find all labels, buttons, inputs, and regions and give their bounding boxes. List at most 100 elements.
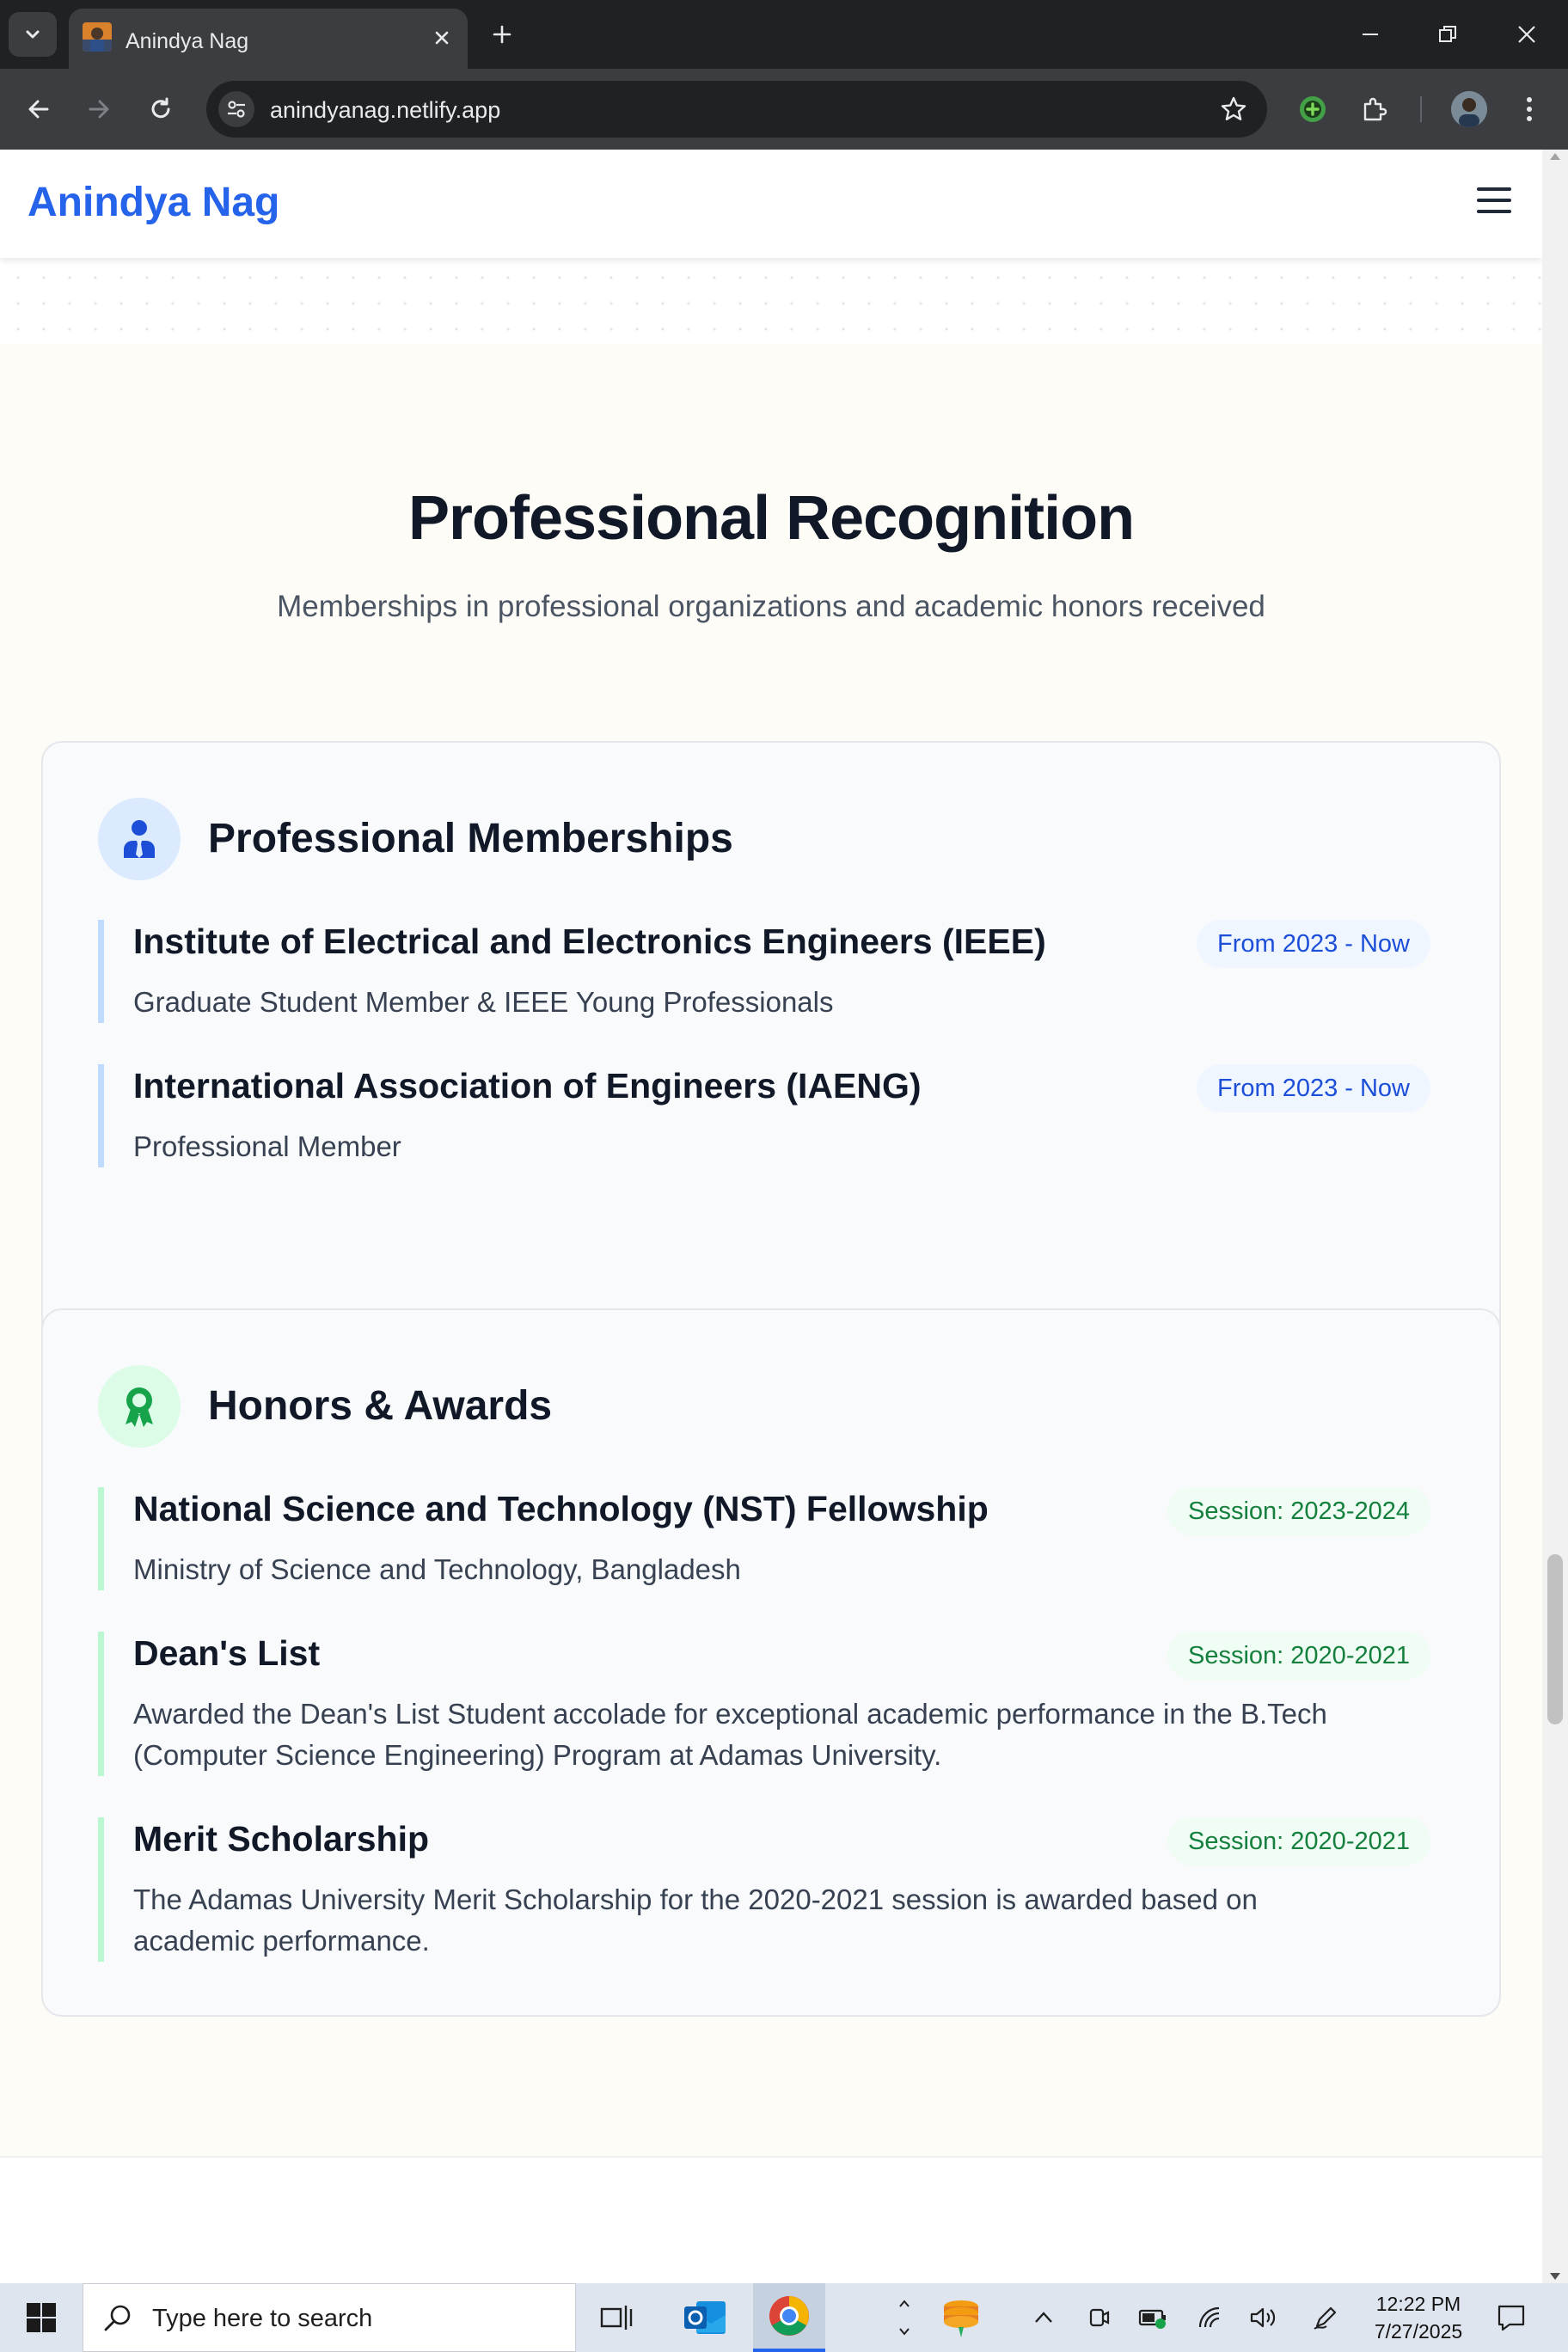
honor-title: Dean's List [133,1633,321,1673]
search-icon [104,2305,131,2331]
scrollbar-thumb[interactable] [1547,1554,1563,1724]
battery-icon [1138,2309,1166,2329]
arrow-right-icon [89,100,109,119]
menu-icon-bar [1477,210,1511,213]
restore-icon [1439,26,1456,42]
honor-item: Merit Scholarship Session: 2020-2021 The… [98,1817,1430,1962]
section-title: Professional Recognition [407,484,1135,553]
reload-button[interactable] [139,88,182,131]
scroll-down-arrow-icon[interactable] [1550,2273,1560,2280]
membership-period-badge: From 2023 - Now [1196,920,1430,968]
honor-item: Dean's List Session: 2020-2021 Awarded t… [98,1632,1430,1776]
close-window-button[interactable] [1499,12,1554,57]
bookmark-button[interactable] [1219,95,1248,124]
profile-avatar[interactable] [1451,91,1487,127]
honor-session-badge: Session: 2023-2024 [1167,1487,1430,1535]
browser-menu-button[interactable] [1510,89,1549,129]
restore-button[interactable] [1420,12,1475,57]
forward-button[interactable] [77,88,120,131]
pen-tray-button[interactable] [1308,2300,1343,2335]
site-brand-link[interactable]: Anindya Nag [28,179,279,226]
address-bar[interactable]: anindyanag.netlify.app [206,81,1267,138]
clock-date: 7/27/2025 [1374,2320,1463,2343]
reload-icon [151,97,170,119]
membership-period-badge: From 2023 - Now [1196,1064,1430,1112]
tab-close-button[interactable] [428,24,456,52]
coins-app-button[interactable] [925,2283,997,2352]
award-ribbon-icon [98,1365,181,1448]
url-text[interactable]: anindyanag.netlify.app [270,97,500,124]
more-vert-icon [1527,97,1532,121]
volume-tray-button[interactable] [1246,2300,1281,2335]
honor-description: Ministry of Science and Technology, Bang… [133,1553,741,1585]
show-hidden-icons-button[interactable] [1026,2300,1061,2335]
taskbar-overflow-button[interactable] [884,2283,925,2352]
puzzle-icon [1363,97,1387,121]
start-button[interactable] [0,2283,83,2352]
hamburger-menu-button[interactable] [1475,184,1513,217]
membership-title: International Association of Engineers (… [133,1066,922,1106]
chrome-app-button[interactable] [753,2283,825,2352]
minimize-button[interactable] [1343,12,1398,57]
new-tab-button[interactable] [485,17,519,52]
windows-taskbar: Type here to search 12:22 PM 7/27/2025 [0,2283,1568,2352]
honor-title: National Science and Technology (NST) Fe… [133,1489,989,1528]
next-section-start [0,2158,1542,2283]
honor-session-badge: Session: 2020-2021 [1167,1817,1430,1865]
notification-center-button[interactable] [1492,2299,1530,2337]
close-icon [435,31,449,45]
user-tie-icon [98,798,181,880]
honor-title: Merit Scholarship [133,1819,430,1859]
back-button[interactable] [17,88,60,131]
wifi-icon [1198,2306,1220,2328]
clock-time: 12:22 PM [1375,2293,1461,2315]
membership-description: Professional Member [133,1130,401,1162]
battery-tray-button[interactable] [1136,2300,1171,2335]
browser-tab-active[interactable]: Anindya Nag [69,9,468,69]
honor-item: National Science and Technology (NST) Fe… [98,1487,1430,1590]
network-tray-button[interactable] [1193,2300,1228,2335]
outlook-app-button[interactable] [669,2283,741,2352]
star-icon [1221,96,1246,120]
outlook-icon [684,2301,726,2334]
membership-title: Institute of Electrical and Electronics … [133,922,1046,961]
toolbar-divider [1420,96,1422,122]
search-placeholder: Type here to search [152,2305,373,2332]
plus-icon [493,25,511,44]
arrow-left-icon [28,100,49,119]
tab-title: Anindya Nag [126,29,249,53]
memberships-card: Professional Memberships Institute of El… [41,741,1501,1375]
coins-stack-icon [944,2300,978,2337]
page-viewport: Anindya Nag Professional Recognition Mem… [0,150,1542,2283]
task-view-button[interactable] [581,2283,653,2352]
dotted-background-band [0,258,1542,344]
scroll-up-arrow-icon[interactable] [1550,153,1560,160]
extensions-menu-button[interactable] [1355,89,1394,129]
site-info-button[interactable] [218,91,254,127]
tab-search-button[interactable] [9,12,57,57]
honor-description: The Adamas University Merit Scholarship … [133,1883,1258,1957]
extension-button[interactable] [1293,89,1332,129]
camera-icon [1089,2308,1110,2327]
honors-card: Honors & Awards National Science and Tec… [41,1308,1501,2017]
chrome-icon [769,2296,809,2336]
chevron-updown-icon [899,2300,910,2336]
honors-heading: Honors & Awards [208,1383,553,1429]
close-icon [1518,26,1535,43]
green-plus-extension-icon [1300,96,1326,122]
task-view-icon [600,2306,633,2330]
meet-now-tray-button[interactable] [1081,2300,1116,2335]
taskbar-clock[interactable]: 12:22 PM 7/27/2025 [1360,2290,1477,2345]
menu-icon-bar [1477,187,1511,191]
site-header: Anindya Nag [0,150,1542,258]
browser-toolbar: anindyanag.netlify.app [0,69,1568,150]
page-scrollbar[interactable] [1542,150,1568,2283]
minimize-icon [1363,34,1378,35]
windows-logo-icon [27,2303,56,2332]
speech-bubble-icon [1498,2305,1525,2331]
chevron-down-icon [26,30,40,39]
section-subtitle: Memberships in professional organization… [277,590,1265,623]
membership-description: Graduate Student Member & IEEE Young Pro… [133,986,834,1018]
taskbar-search-box[interactable]: Type here to search [83,2283,576,2352]
membership-item: International Association of Engineers (… [98,1064,1430,1167]
